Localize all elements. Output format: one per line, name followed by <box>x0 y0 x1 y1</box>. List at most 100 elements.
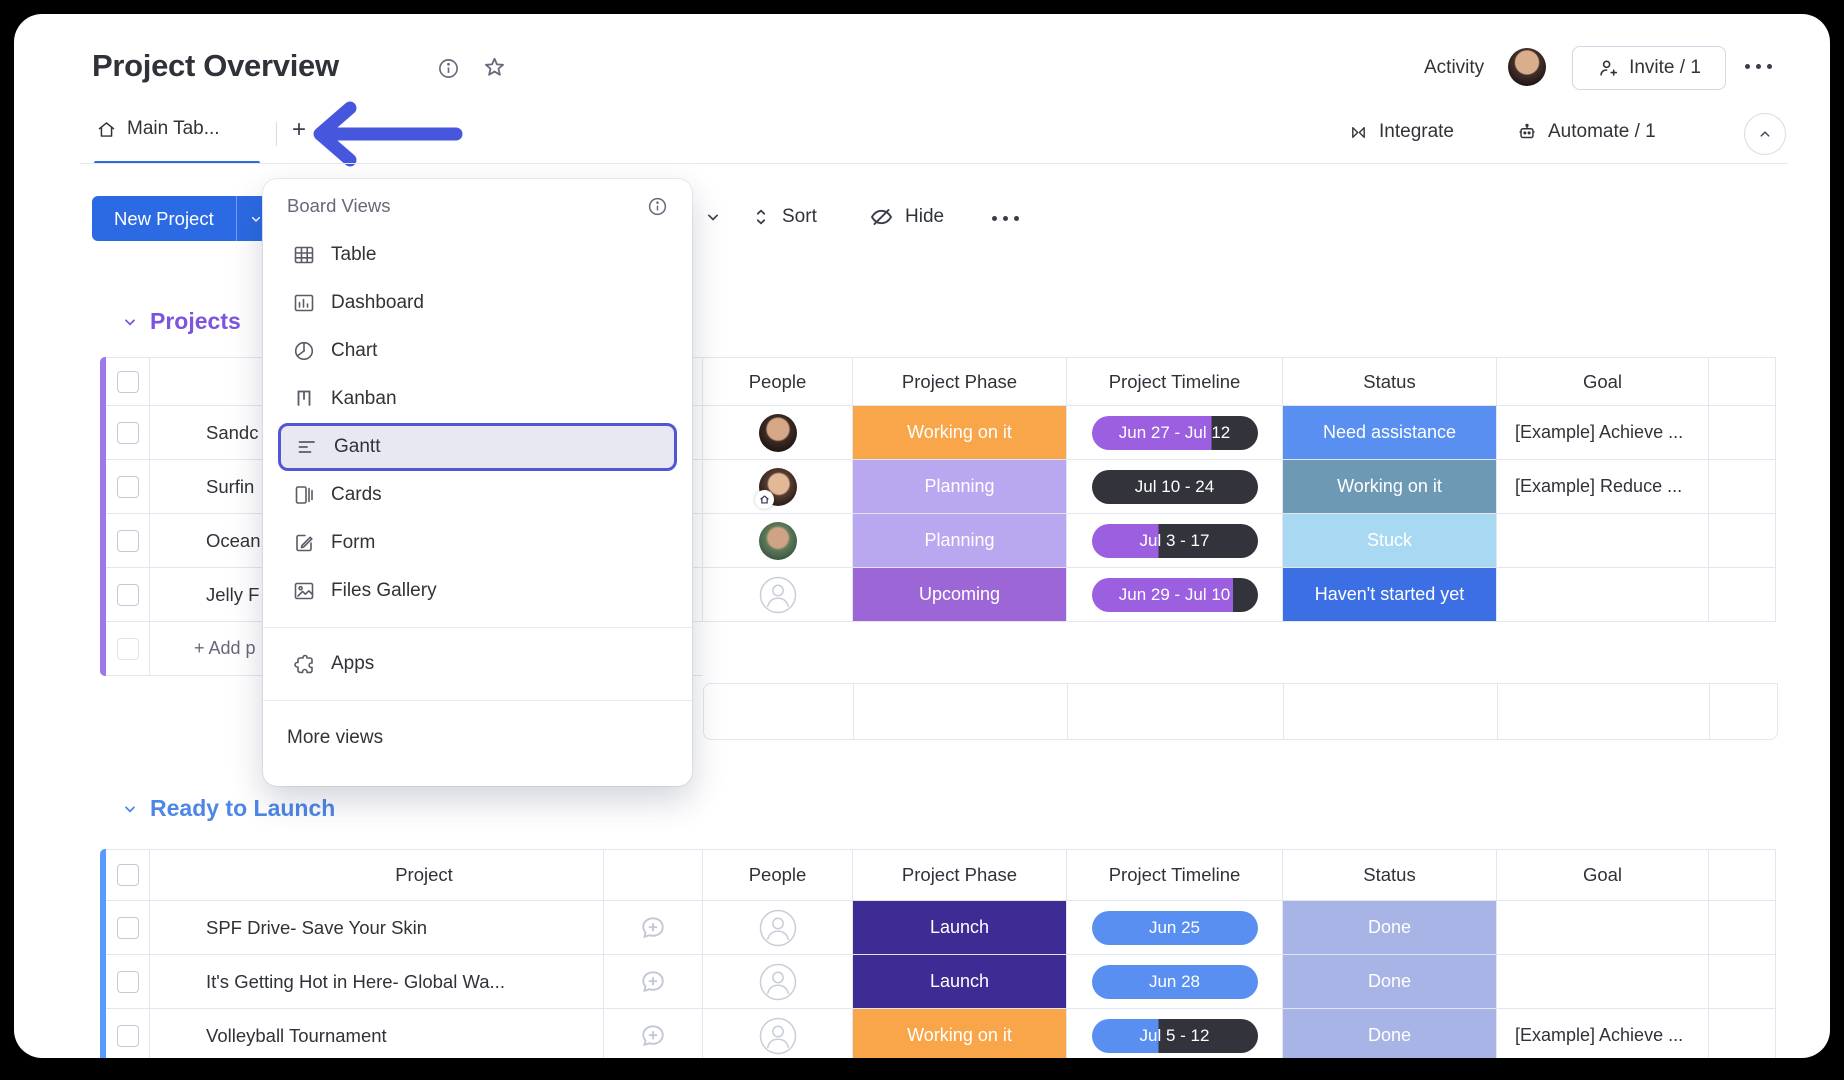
phase-cell[interactable]: Working on it <box>853 1009 1067 1058</box>
timeline-pill[interactable]: Jul 3 - 17 <box>1091 523 1258 558</box>
people-cell[interactable] <box>703 901 853 955</box>
add-view-button[interactable]: + <box>292 116 306 144</box>
column-header-goal[interactable]: Goal <box>1497 849 1709 901</box>
empty-person-icon[interactable] <box>759 909 797 947</box>
column-header-status[interactable]: Status <box>1283 849 1497 901</box>
assignee-avatar[interactable] <box>758 521 797 560</box>
group-projects-header[interactable]: Projects <box>122 308 241 335</box>
goal-cell[interactable] <box>1497 568 1709 622</box>
people-cell[interactable] <box>703 955 853 1009</box>
phase-cell[interactable]: Upcoming <box>853 568 1067 622</box>
timeline-cell[interactable]: Jul 5 - 12 <box>1067 1009 1283 1058</box>
goal-cell[interactable] <box>1497 901 1709 955</box>
chat-plus-icon[interactable] <box>638 1021 668 1051</box>
column-header-extra[interactable] <box>1709 849 1776 901</box>
goal-cell[interactable]: [Example] Achieve ... <box>1497 1009 1709 1058</box>
phase-cell[interactable]: Working on it <box>853 406 1067 460</box>
column-header-phase[interactable]: Project Phase <box>853 357 1067 406</box>
menu-item-gantt-highlighted[interactable]: Gantt <box>278 423 677 471</box>
sort-button[interactable]: Sort <box>750 204 817 230</box>
chat-plus-icon[interactable] <box>638 913 668 943</box>
timeline-pill[interactable]: Jun 25 <box>1091 910 1258 945</box>
board-more-options-icon[interactable] <box>1745 64 1772 69</box>
toolbar-more-options-icon[interactable] <box>992 216 1019 221</box>
goal-cell[interactable]: [Example] Achieve ... <box>1497 406 1709 460</box>
project-name-cell[interactable]: SPF Drive- Save Your Skin <box>150 901 604 955</box>
timeline-cell[interactable]: Jun 29 - Jul 10 <box>1067 568 1283 622</box>
row-select-cell[interactable] <box>106 901 150 955</box>
row-select-cell[interactable] <box>106 568 150 622</box>
assignee-avatar[interactable] <box>758 413 797 452</box>
goal-cell[interactable]: [Example] Reduce ... <box>1497 460 1709 514</box>
row-select-cell[interactable] <box>106 514 150 568</box>
column-header-phase[interactable]: Project Phase <box>853 849 1067 901</box>
status-cell[interactable]: Done <box>1283 1009 1497 1058</box>
row-checkbox[interactable] <box>116 970 139 993</box>
empty-person-icon[interactable] <box>759 963 797 1001</box>
column-header-updates[interactable] <box>604 849 703 901</box>
column-header-timeline[interactable]: Project Timeline <box>1067 849 1283 901</box>
collapse-header-button[interactable] <box>1744 113 1786 155</box>
goal-cell[interactable] <box>1497 514 1709 568</box>
people-cell[interactable] <box>703 1009 853 1058</box>
timeline-cell[interactable]: Jul 10 - 24 <box>1067 460 1283 514</box>
timeline-pill[interactable]: Jun 28 <box>1091 964 1258 999</box>
add-update-cell[interactable] <box>604 901 703 955</box>
activity-button[interactable]: Activity <box>1424 57 1484 79</box>
status-cell[interactable]: Need assistance <box>1283 406 1497 460</box>
people-cell[interactable] <box>703 514 853 568</box>
column-header-timeline[interactable]: Project Timeline <box>1067 357 1283 406</box>
column-header-goal[interactable]: Goal <box>1497 357 1709 406</box>
automate-button[interactable]: Automate / 1 <box>1516 121 1656 143</box>
column-header-people[interactable]: People <box>703 849 853 901</box>
star-favorite-icon[interactable] <box>482 55 507 80</box>
timeline-pill[interactable]: Jun 27 - Jul 12 <box>1091 415 1258 450</box>
timeline-cell[interactable]: Jun 28 <box>1067 955 1283 1009</box>
invite-button[interactable]: Invite / 1 <box>1572 46 1726 90</box>
column-header-project[interactable]: Project <box>150 849 604 901</box>
phase-cell[interactable]: Launch <box>853 955 1067 1009</box>
menu-item-table[interactable]: Table <box>278 231 677 279</box>
status-cell[interactable]: Haven't started yet <box>1283 568 1497 622</box>
row-checkbox[interactable] <box>116 421 139 444</box>
empty-person-icon[interactable] <box>759 576 797 614</box>
people-cell[interactable] <box>703 568 853 622</box>
menu-item-files-gallery[interactable]: Files Gallery <box>278 567 677 615</box>
status-cell[interactable]: Done <box>1283 901 1497 955</box>
select-all-cell[interactable] <box>106 849 150 901</box>
hide-button[interactable]: Hide <box>868 204 944 230</box>
hidden-control-chevron-down-icon[interactable] <box>703 207 723 227</box>
add-update-cell[interactable] <box>604 1009 703 1058</box>
phase-cell[interactable]: Planning <box>853 514 1067 568</box>
timeline-pill[interactable]: Jul 5 - 12 <box>1091 1018 1258 1053</box>
row-select-cell[interactable] <box>106 406 150 460</box>
info-icon[interactable] <box>647 196 668 217</box>
timeline-cell[interactable]: Jun 25 <box>1067 901 1283 955</box>
people-cell[interactable] <box>703 460 853 514</box>
integrate-button[interactable]: Integrate <box>1348 121 1454 143</box>
timeline-pill[interactable]: Jun 29 - Jul 10 <box>1091 577 1258 612</box>
menu-item-form[interactable]: Form <box>278 519 677 567</box>
goal-cell[interactable] <box>1497 955 1709 1009</box>
people-cell[interactable] <box>703 406 853 460</box>
timeline-cell[interactable]: Jun 27 - Jul 12 <box>1067 406 1283 460</box>
status-cell[interactable]: Working on it <box>1283 460 1497 514</box>
tab-main-table[interactable]: Main Tab... <box>96 118 220 140</box>
empty-person-icon[interactable] <box>759 1017 797 1055</box>
phase-cell[interactable]: Planning <box>853 460 1067 514</box>
menu-item-dashboard[interactable]: Dashboard <box>278 279 677 327</box>
project-name-cell[interactable]: Volleyball Tournament <box>150 1009 604 1058</box>
assignee-avatar[interactable] <box>754 467 797 509</box>
row-checkbox[interactable] <box>116 475 139 498</box>
timeline-cell[interactable]: Jul 3 - 17 <box>1067 514 1283 568</box>
group-ready-header[interactable]: Ready to Launch <box>122 795 335 822</box>
row-checkbox[interactable] <box>116 583 139 606</box>
menu-item-kanban[interactable]: Kanban <box>278 375 677 423</box>
status-cell[interactable]: Done <box>1283 955 1497 1009</box>
new-project-split-button[interactable]: New Project <box>92 196 275 241</box>
select-all-checkbox[interactable] <box>116 370 139 393</box>
column-header-people[interactable]: People <box>703 357 853 406</box>
menu-item-chart[interactable]: Chart <box>278 327 677 375</box>
menu-item-cards[interactable]: Cards <box>278 471 677 519</box>
menu-item-apps[interactable]: Apps <box>278 640 677 688</box>
